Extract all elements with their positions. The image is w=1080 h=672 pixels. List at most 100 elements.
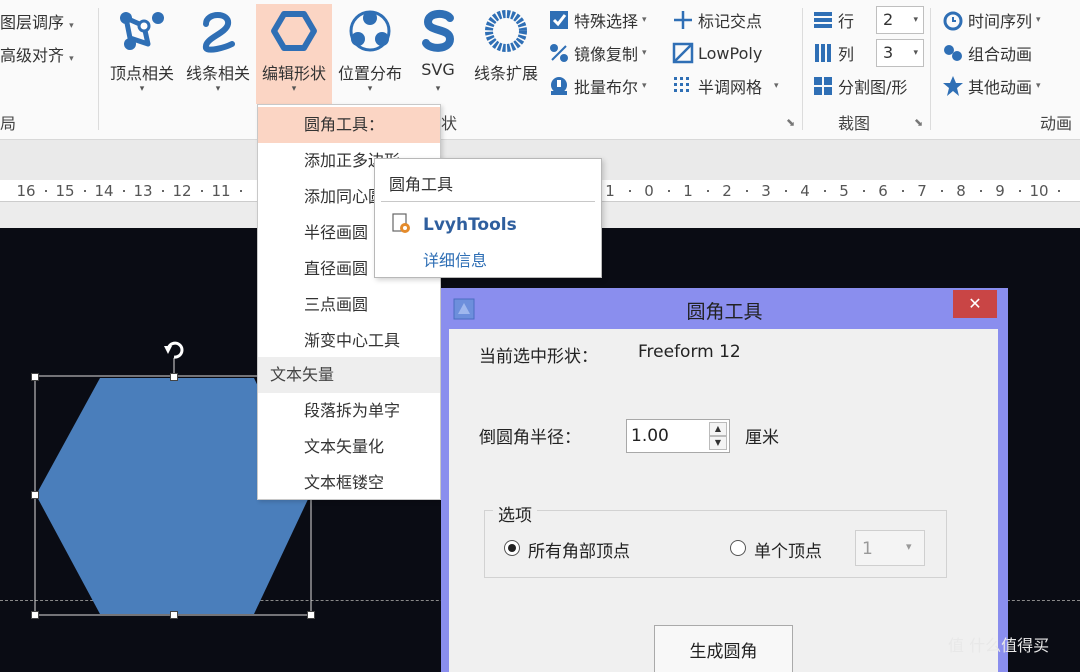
halftone-grid-button[interactable]: 半调网格 ▾ bbox=[672, 73, 779, 99]
addin-icon bbox=[392, 213, 410, 233]
vertex-select-value: 1 bbox=[862, 539, 873, 559]
menu-item-split-paragraph[interactable]: 段落拆为单字 bbox=[258, 393, 440, 429]
ruler-number: 15 bbox=[55, 182, 75, 200]
ribbon: 图层调序 ▾ 高级对齐 ▾ 局 顶点相关 ▾ 线条相关 ▾ 编辑形状 ▾ 位置分… bbox=[0, 0, 1080, 140]
position-distribute-button[interactable]: 位置分布 ▾ bbox=[332, 4, 408, 104]
ruler-tick bbox=[785, 190, 787, 192]
ruler-tick bbox=[902, 190, 904, 192]
dialog-launcher-icon[interactable]: ⬊ bbox=[914, 116, 923, 129]
ruler-number: 4 bbox=[800, 182, 810, 200]
ruler-number: 14 bbox=[94, 182, 114, 200]
ribbon-divider bbox=[930, 8, 931, 130]
dialog-client: 当前选中形状： Freeform 12 倒圆角半径： 1.00 ▲ ▼ 厘米 选… bbox=[449, 329, 998, 672]
ruler-number: 3 bbox=[761, 182, 771, 200]
chevron-down-icon: ▾ bbox=[435, 84, 441, 94]
clock-icon bbox=[943, 11, 963, 31]
ruler-tick bbox=[123, 190, 125, 192]
ruler-number: 1 bbox=[605, 182, 615, 200]
ribbon-divider bbox=[98, 8, 99, 130]
resize-handle[interactable] bbox=[307, 611, 315, 619]
ruler-number: 12 bbox=[172, 182, 192, 200]
timeline-button[interactable]: 时间序列 ▾ bbox=[942, 7, 1041, 33]
ruler-tick bbox=[84, 190, 86, 192]
menu-section-text-vector: 文本矢量 bbox=[258, 357, 440, 393]
radio-single-label[interactable]: 单个顶点 bbox=[754, 537, 822, 562]
ruler-number: 5 bbox=[839, 182, 849, 200]
menu-item-round-corner[interactable]: 圆角工具： bbox=[258, 107, 440, 143]
mirror-icon bbox=[550, 44, 568, 62]
ruler-tick bbox=[45, 190, 47, 192]
checkbox-icon bbox=[550, 11, 568, 29]
ruler-tick bbox=[824, 190, 826, 192]
radius-value: 1.00 bbox=[631, 426, 669, 446]
dialog-launcher-icon[interactable]: ⬊ bbox=[786, 116, 795, 129]
svg-button[interactable]: SVG ▾ bbox=[408, 4, 468, 104]
menu-item-gradient-center[interactable]: 渐变中心工具 bbox=[258, 323, 440, 359]
combo-anim-icon bbox=[944, 45, 962, 61]
ribbon-divider bbox=[802, 8, 803, 130]
ruler-number: 0 bbox=[644, 182, 654, 200]
ruler-tick bbox=[629, 190, 631, 192]
ruler-tick bbox=[941, 190, 943, 192]
resize-handle[interactable] bbox=[31, 491, 39, 499]
ruler-number: 11 bbox=[211, 182, 231, 200]
chevron-down-icon: ▾ bbox=[367, 84, 373, 94]
chevron-down-icon: ▾ bbox=[139, 84, 145, 94]
layer-order-button[interactable]: 图层调序 ▾ bbox=[0, 9, 74, 33]
ring-icon bbox=[485, 10, 527, 52]
generate-round-corner-button[interactable]: 生成圆角 bbox=[654, 625, 793, 672]
close-button[interactable]: ✕ bbox=[953, 290, 997, 318]
menu-item-three-point-circle[interactable]: 三点画圆 bbox=[258, 287, 440, 323]
vertex-tools-button[interactable]: 顶点相关 ▾ bbox=[104, 4, 180, 104]
tooltip-details-link[interactable]: 详细信息 bbox=[423, 247, 487, 271]
ruler-number: 6 bbox=[878, 182, 888, 200]
resize-handle[interactable] bbox=[170, 611, 178, 619]
batch-boolean-button[interactable]: 批量布尔 ▾ bbox=[548, 73, 647, 99]
radio-all-vertices[interactable] bbox=[504, 540, 520, 556]
resize-handle[interactable] bbox=[31, 373, 39, 381]
ruler-number: 8 bbox=[956, 182, 966, 200]
rotate-handle-icon[interactable] bbox=[164, 341, 184, 359]
menu-item-vectorize-text[interactable]: 文本矢量化 bbox=[258, 429, 440, 465]
spin-up-icon[interactable]: ▲ bbox=[709, 422, 727, 436]
edit-shape-button[interactable]: 编辑形状 ▾ bbox=[256, 4, 332, 104]
star-icon bbox=[943, 76, 963, 96]
radio-all-label[interactable]: 所有角部顶点 bbox=[528, 537, 630, 562]
combo-animation-button[interactable]: 组合动画 bbox=[942, 40, 1032, 66]
tooltip: 圆角工具 LvyhTools 详细信息 bbox=[374, 158, 602, 278]
vertex-icon bbox=[120, 12, 164, 50]
radio-single-vertex[interactable] bbox=[730, 540, 746, 556]
line-tools-button[interactable]: 线条相关 ▾ bbox=[180, 4, 256, 104]
ruler-number: 13 bbox=[133, 182, 153, 200]
resize-handle[interactable] bbox=[170, 373, 178, 381]
ruler-tick bbox=[162, 190, 164, 192]
dialog-title: 圆角工具 bbox=[686, 301, 763, 323]
mark-intersection-button[interactable]: 标记交点 bbox=[672, 7, 762, 33]
resize-handle[interactable] bbox=[31, 611, 39, 619]
ruler-tick bbox=[1019, 190, 1021, 192]
cols-label: 列 bbox=[812, 40, 854, 66]
group-label-layout: 局 bbox=[0, 114, 17, 133]
line-expand-button[interactable]: 线条扩展 bbox=[468, 4, 544, 104]
other-animation-button[interactable]: 其他动画 ▾ bbox=[942, 73, 1041, 99]
group-label-animation: 动画 bbox=[1040, 114, 1073, 133]
distribute-icon bbox=[349, 10, 391, 52]
radius-label: 倒圆角半径： bbox=[479, 428, 581, 448]
lowpoly-button[interactable]: LowPoly bbox=[672, 40, 762, 66]
advanced-align-button[interactable]: 高级对齐 ▾ bbox=[0, 42, 74, 66]
tooltip-addin-name: LvyhTools bbox=[423, 215, 517, 235]
vertex-select[interactable]: 1 ▾ bbox=[855, 530, 925, 566]
tooltip-title: 圆角工具 bbox=[389, 175, 454, 194]
radius-spinbox[interactable]: 1.00 ▲ ▼ bbox=[626, 419, 730, 453]
menu-item-hollow-textbox[interactable]: 文本框镂空 bbox=[258, 465, 440, 501]
cols-combo[interactable]: 3 ▾ bbox=[876, 39, 924, 67]
special-select-button[interactable]: 特殊选择 ▾ bbox=[548, 7, 647, 33]
ruler-tick bbox=[707, 190, 709, 192]
mirror-copy-button[interactable]: 镜像复制 ▾ bbox=[548, 40, 647, 66]
rows-label: 行 bbox=[812, 7, 854, 33]
ruler-tick bbox=[980, 190, 982, 192]
spin-down-icon[interactable]: ▼ bbox=[709, 436, 727, 450]
current-shape-label: 当前选中形状： bbox=[479, 347, 598, 367]
split-image-button[interactable]: 分割图/形 bbox=[812, 73, 907, 99]
rows-combo[interactable]: 2 ▾ bbox=[876, 6, 924, 34]
